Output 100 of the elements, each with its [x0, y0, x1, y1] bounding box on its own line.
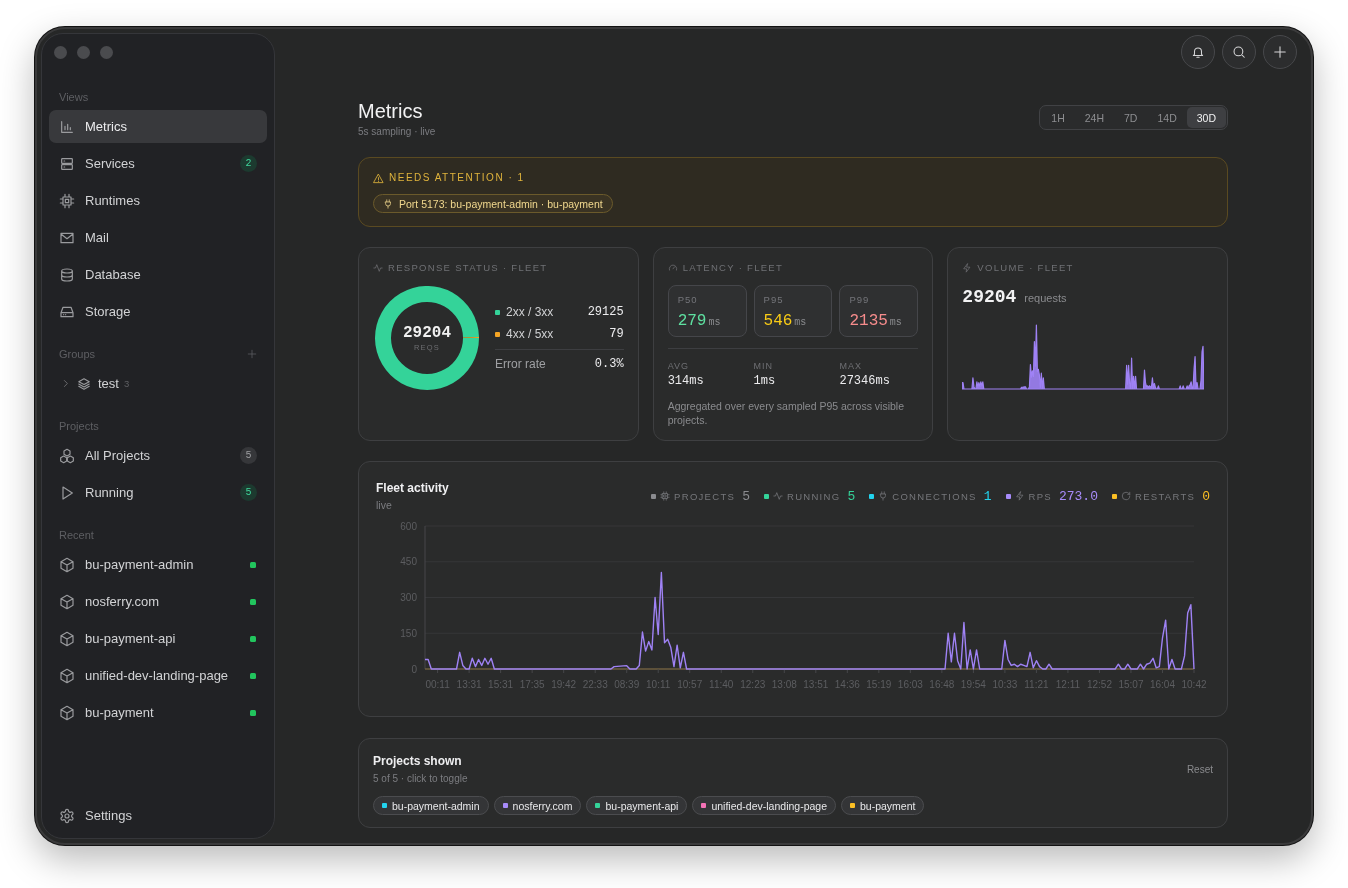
nav-item[interactable]: Running 5	[49, 476, 267, 509]
legend-label: CONNECTIONS	[892, 490, 977, 502]
bell-icon	[1191, 45, 1205, 59]
page-title: Metrics	[358, 99, 424, 123]
volume-total: 29204	[962, 286, 1017, 308]
nav-item[interactable]: Metrics	[49, 110, 267, 143]
plus-icon	[247, 349, 257, 359]
percentile-unit: ms	[708, 317, 721, 328]
legend-value: 0	[1202, 488, 1210, 504]
nav-item[interactable]: Services 2	[49, 147, 267, 180]
search-button[interactable]	[1222, 35, 1256, 69]
legend-value: 1	[983, 488, 992, 504]
add-button[interactable]	[1263, 35, 1297, 69]
project-item[interactable]: bu-payment-api	[49, 622, 267, 655]
volume-unit: requests	[1024, 292, 1067, 304]
count-badge: 2	[240, 155, 257, 172]
nav-item[interactable]: Database	[49, 258, 267, 291]
section-heading: Projects	[59, 419, 99, 433]
legend-label: RUNNING	[786, 490, 841, 502]
stat-label: AVG	[667, 360, 690, 372]
add-group-button[interactable]	[247, 349, 257, 359]
percentile-label: P50	[677, 294, 699, 306]
pulse-icon	[373, 263, 383, 273]
card-title: Projects shown	[373, 753, 463, 769]
count-badge: 5	[240, 447, 257, 464]
error-rate-value: 0.3%	[594, 357, 624, 371]
percentile-value: 2135	[849, 311, 888, 331]
project-item[interactable]: bu-payment-admin	[49, 548, 267, 581]
card-note: Aggregated over every sampled P95 across visible projects.	[667, 399, 906, 427]
cube-icon	[59, 593, 75, 610]
stat-value: 314ms	[667, 373, 705, 389]
error-rate-label: Error rate	[495, 357, 547, 371]
time-range-tab[interactable]: 7D	[1114, 107, 1148, 128]
percentile-unit: ms	[889, 317, 902, 328]
server-icon	[59, 155, 75, 172]
stat-label: MIN	[753, 360, 775, 372]
card-title: VOLUME · FLEET	[977, 261, 1074, 275]
section-heading: Recent	[59, 528, 94, 542]
settings-item[interactable]: Settings	[49, 799, 267, 832]
nav-item[interactable]: All Projects 5	[49, 439, 267, 472]
legend-label: PROJECTS	[674, 490, 736, 502]
percentile-label: P95	[763, 294, 785, 306]
nav-item[interactable]: Mail	[49, 221, 267, 254]
project-item[interactable]: unified-dev-landing-page	[49, 659, 267, 692]
pulse-icon	[772, 491, 783, 501]
project-chip[interactable]: unified-dev-landing-page	[692, 796, 836, 815]
cube-icon	[59, 704, 75, 721]
warning-icon	[373, 172, 384, 184]
legend-label: 2xx / 3xx	[506, 305, 555, 319]
stat-value: 27346ms	[839, 373, 891, 389]
attention-title: NEEDS ATTENTION · 1	[389, 171, 525, 185]
project-item[interactable]: bu-payment	[49, 696, 267, 729]
section-heading: Views	[59, 90, 89, 104]
gauge-icon	[667, 263, 678, 273]
chip-icon	[660, 491, 671, 501]
attention-tag[interactable]: Port 5173: bu-payment-admin · bu-payment	[373, 194, 613, 213]
plug-icon	[878, 491, 889, 501]
time-range-tab[interactable]: 30D	[1186, 107, 1226, 128]
time-range-tab[interactable]: 1H	[1041, 107, 1075, 128]
stat-value: 1ms	[753, 373, 777, 389]
time-range-tab[interactable]: 24H	[1074, 107, 1115, 128]
project-chip[interactable]: bu-payment-admin	[373, 796, 489, 815]
play-icon	[59, 484, 75, 501]
reset-button[interactable]: Reset	[1186, 763, 1213, 775]
nav-item[interactable]: Storage	[49, 295, 267, 328]
stat-label: MAX	[839, 360, 863, 372]
chip-icon	[59, 192, 75, 209]
legend-label: 4xx / 5xx	[506, 327, 555, 341]
window-control-button[interactable]	[100, 46, 113, 59]
project-chip[interactable]: bu-payment-api	[586, 796, 688, 815]
project-item[interactable]: nosferry.com	[49, 585, 267, 618]
percentile-value: 279	[677, 311, 707, 331]
cube-icon	[59, 630, 75, 647]
lightning-icon	[1014, 491, 1025, 501]
project-chip[interactable]: bu-payment	[841, 796, 925, 815]
refresh-icon	[1121, 491, 1131, 501]
card-title: Fleet activity	[376, 480, 449, 496]
legend-value: 273.0	[1058, 488, 1098, 504]
cube-icon	[59, 667, 75, 684]
window-control-button[interactable]	[77, 46, 90, 59]
settings-icon	[59, 807, 75, 824]
hexagons-icon	[59, 447, 75, 464]
database-icon	[59, 266, 75, 283]
percentile-value: 546	[763, 311, 793, 331]
legend-label: RPS	[1028, 490, 1052, 502]
nav-item[interactable]: Runtimes	[49, 184, 267, 217]
card-title: LATENCY · FLEET	[682, 261, 784, 275]
plus-icon	[1273, 45, 1287, 59]
donut-total: 29204	[403, 323, 451, 342]
section-heading: Groups	[59, 347, 96, 361]
plug-icon	[383, 198, 393, 209]
notifications-button[interactable]	[1181, 35, 1215, 69]
percentile-label: P99	[849, 294, 871, 306]
legend-value: 5	[847, 488, 856, 504]
page-subtitle: 5s sampling · live	[358, 125, 436, 138]
project-chip[interactable]: nosferry.com	[493, 796, 582, 815]
legend-label: RESTARTS	[1135, 490, 1196, 502]
cube-icon	[59, 556, 75, 573]
time-range-tab[interactable]: 14D	[1147, 107, 1187, 128]
window-control-button[interactable]	[54, 46, 67, 59]
